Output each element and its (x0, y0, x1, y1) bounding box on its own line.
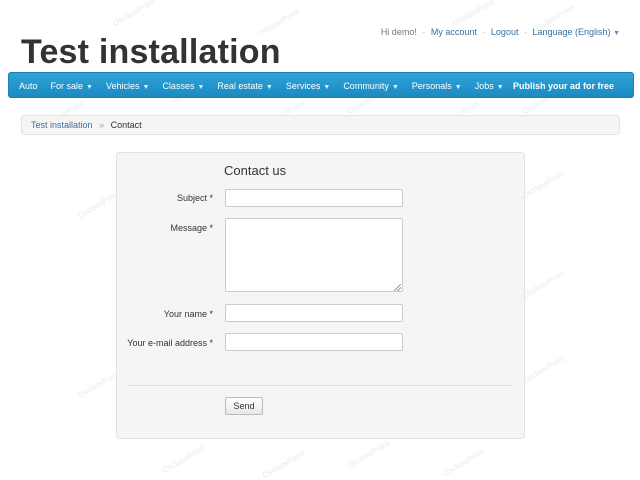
subject-input[interactable] (225, 189, 403, 207)
breadcrumb-home-link[interactable]: Test installation (31, 120, 93, 130)
publish-ad-link[interactable]: Publish your ad for free (513, 73, 614, 99)
form-title: Contact us (224, 163, 287, 178)
nav-item-label: Classes (162, 81, 195, 91)
nav-item-for-sale[interactable]: For sale ▼ (51, 81, 93, 91)
nav-item-services[interactable]: Services ▼ (286, 81, 330, 91)
chevron-down-icon: ▼ (86, 84, 93, 91)
watermark: OsclassPoint (520, 353, 566, 386)
name-input[interactable] (225, 304, 403, 322)
nav-item-real-estate[interactable]: Real estate ▼ (217, 81, 272, 91)
watermark: OsclassPoint (520, 168, 566, 201)
subject-label: Subject * (176, 193, 213, 203)
send-button[interactable]: Send (225, 397, 263, 415)
form-divider (129, 385, 512, 386)
nav-item-jobs[interactable]: Jobs ▼ (475, 81, 504, 91)
name-label: Your name * (163, 309, 213, 319)
main-navbar: Auto For sale ▼ Vehicles ▼ Classes ▼ Real estat… (8, 72, 634, 98)
message-label: Message * (170, 223, 213, 233)
nav-item-community[interactable]: Community ▼ (343, 81, 398, 91)
nav-menu: Auto For sale ▼ Vehicles ▼ Classes ▼ Real estat… (19, 73, 517, 99)
my-account-link[interactable]: My account (431, 27, 477, 37)
nav-item-label: For sale (50, 81, 84, 91)
site-title[interactable]: Test installation (21, 32, 281, 72)
nav-item-label: Community (343, 81, 389, 91)
nav-item-auto[interactable]: Auto (19, 81, 38, 91)
breadcrumb-current: Contact (110, 120, 142, 130)
greeting-text: Hi demo! (380, 27, 417, 37)
separator: · (523, 27, 527, 37)
nav-item-classes[interactable]: Classes ▼ (162, 81, 204, 91)
nav-item-label: Services (285, 81, 321, 91)
chevron-down-icon: ▼ (265, 84, 273, 91)
chevron-down-icon: ▼ (454, 84, 462, 91)
contact-form: Contact us Subject * Message * Your name… (116, 152, 525, 439)
nav-item-label: Personals (411, 81, 452, 91)
separator: · (422, 27, 426, 37)
breadcrumb-separator: » (99, 120, 105, 130)
chevron-down-icon: ▼ (391, 84, 399, 91)
watermark: OsclassPoint (75, 368, 121, 401)
language-label: Language (English) (532, 27, 611, 37)
user-menu: Hi demo! · My account · Logout · Languag… (381, 27, 620, 37)
watermark: OsclassPoint (440, 446, 486, 479)
breadcrumb: Test installation » Contact (21, 115, 620, 135)
watermark: OsclassPoint (520, 268, 566, 301)
nav-item-vehicles[interactable]: Vehicles ▼ (106, 81, 149, 91)
nav-item-label: Jobs (474, 81, 494, 91)
nav-item-label: Real estate (217, 81, 263, 91)
nav-item-personals[interactable]: Personals ▼ (412, 81, 462, 91)
chevron-down-icon: ▼ (197, 84, 205, 91)
site-header: Test installation Hi demo! · My account … (0, 0, 640, 72)
nav-item-label: Auto (19, 81, 38, 91)
resize-handle-icon[interactable] (394, 284, 401, 291)
separator: · (482, 27, 486, 37)
chevron-down-icon: ▼ (142, 84, 150, 91)
logout-link[interactable]: Logout (491, 27, 519, 37)
email-input[interactable] (225, 333, 403, 351)
watermark: OsclassPoint (160, 443, 206, 476)
chevron-down-icon: ▼ (613, 30, 620, 37)
email-label: Your e-mail address * (127, 338, 213, 348)
watermark: OsclassPoint (345, 438, 391, 471)
chevron-down-icon: ▼ (323, 84, 331, 91)
language-selector[interactable]: Language (English) ▼ (532, 27, 620, 37)
watermark: OsclassPoint (260, 448, 306, 480)
chevron-down-icon: ▼ (496, 84, 504, 91)
nav-item-label: Vehicles (105, 81, 140, 91)
message-textarea[interactable] (225, 218, 403, 292)
